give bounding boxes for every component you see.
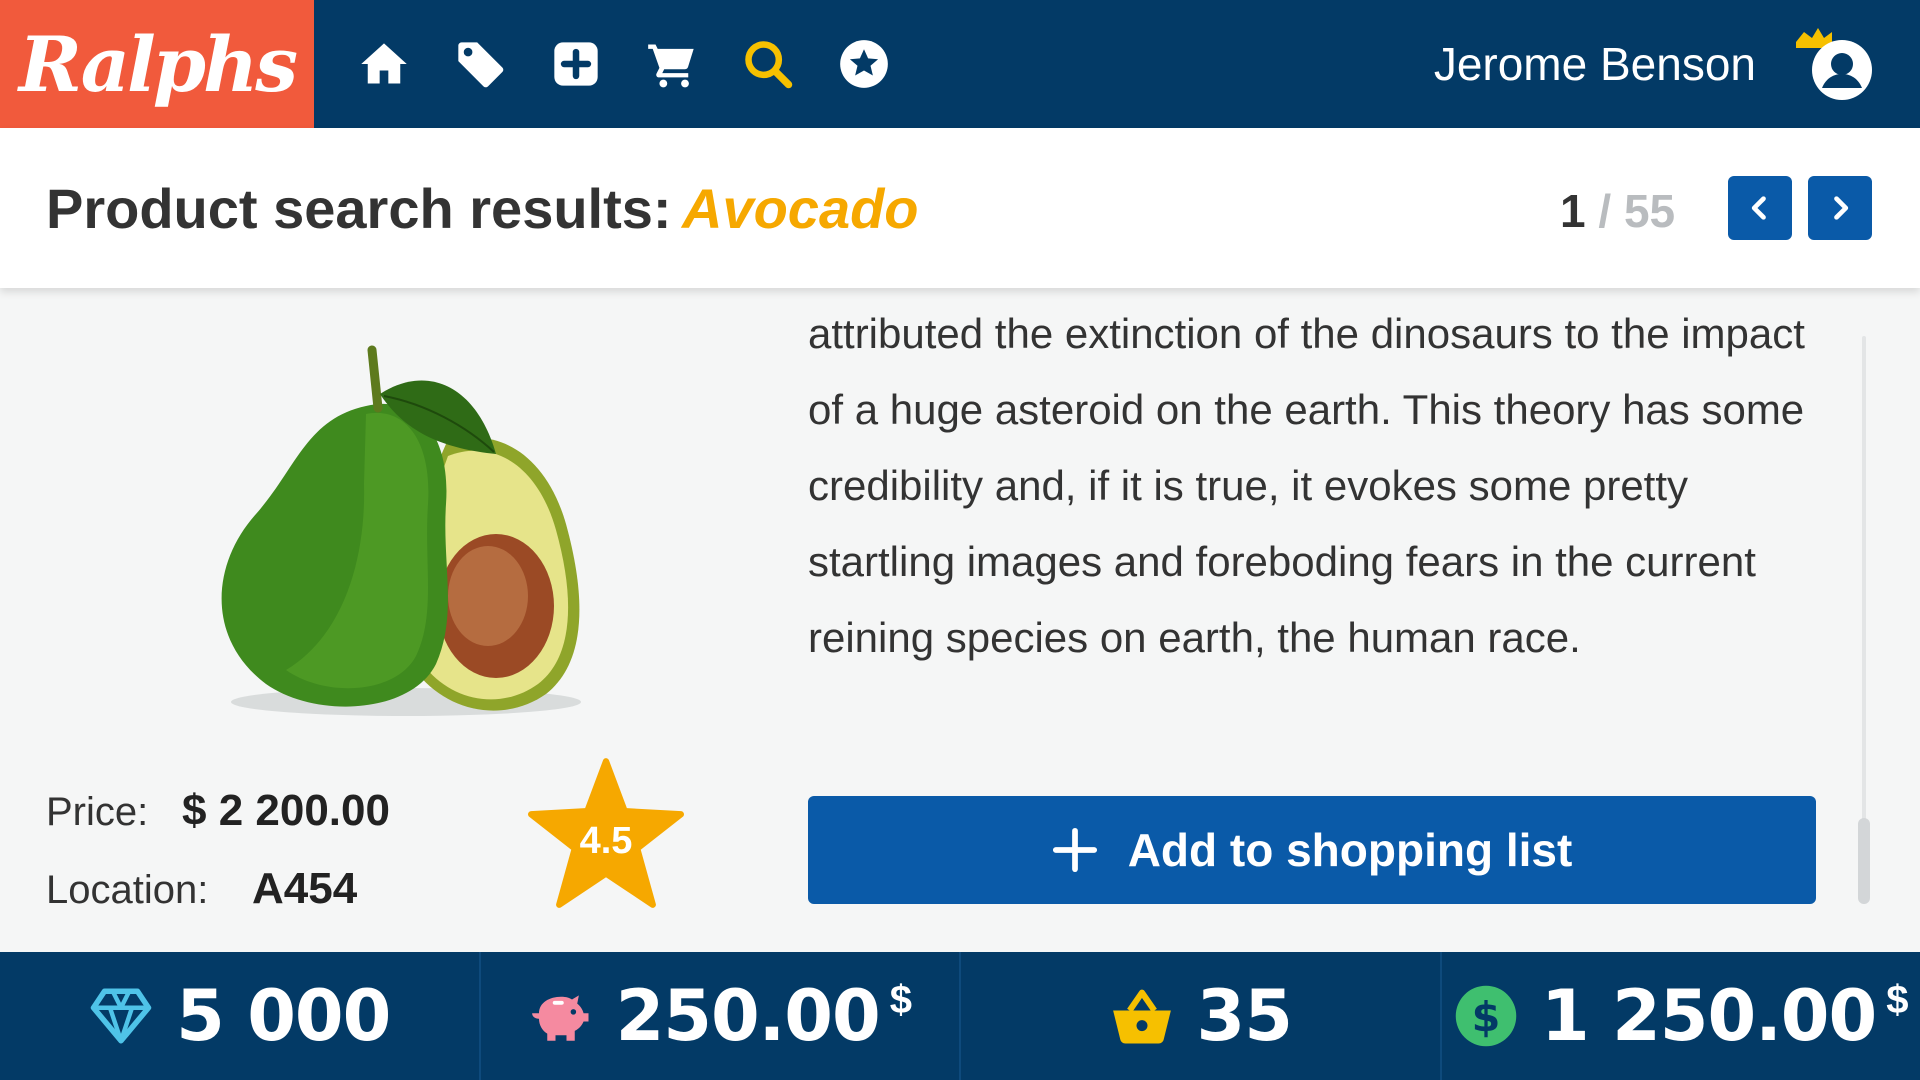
location-value: A454 (252, 864, 358, 913)
page-total: 55 (1623, 185, 1676, 237)
nav-favorites-button[interactable] (836, 36, 892, 92)
nav-home-button[interactable] (356, 36, 412, 92)
search-query: Avocado (682, 177, 919, 240)
prev-page-button[interactable] (1728, 176, 1792, 240)
chevron-left-icon (1751, 196, 1766, 220)
stat-basket[interactable]: 35 (959, 952, 1440, 1080)
balance-unit: $ (1886, 978, 1909, 1022)
tag-icon (458, 42, 504, 88)
savings-value: 250.00 (615, 975, 881, 1057)
basket-count: 35 (1196, 975, 1293, 1057)
gems-value: 5 000 (176, 975, 391, 1057)
dollar-coin-icon: $ (1455, 985, 1517, 1047)
nav-cart-button[interactable] (644, 36, 700, 92)
star-circle-icon (840, 40, 888, 88)
page-indicator: 1 / 55 (1560, 184, 1675, 238)
add-to-shopping-list-button[interactable]: Add to shopping list (808, 796, 1816, 904)
description-scroll-thumb[interactable] (1858, 818, 1870, 904)
stats-bar: 5 000 250.00 $ 35 $ 1 250.00 $ (0, 952, 1920, 1080)
next-page-button[interactable] (1808, 176, 1872, 240)
stat-savings[interactable]: 250.00 $ (478, 952, 960, 1080)
rating-value: 4.5 (579, 820, 633, 862)
product-description: attributed the extinction of the dinosau… (808, 310, 1805, 661)
plus-square-icon (554, 42, 598, 86)
logo-text: Ralphs (18, 19, 298, 109)
search-icon (745, 41, 793, 89)
avocado-image (221, 345, 581, 716)
main-nav (356, 36, 892, 92)
balance-value: 1 250.00 (1541, 975, 1877, 1057)
diamond-icon (90, 988, 152, 1044)
cart-icon (648, 44, 694, 88)
page-title: Product search results: (46, 177, 672, 240)
nav-search-button[interactable] (740, 36, 796, 92)
ralphs-logo[interactable]: Ralphs (0, 0, 314, 128)
price-label: Price: (46, 790, 149, 834)
stat-balance[interactable]: $ 1 250.00 $ (1439, 952, 1920, 1080)
nav-add-button[interactable] (548, 36, 604, 92)
location-label: Location: (46, 868, 209, 912)
home-icon (361, 43, 407, 84)
nav-deals-button[interactable] (452, 36, 508, 92)
user-avatar-icon[interactable] (1794, 26, 1874, 106)
chevron-right-icon (1834, 196, 1849, 220)
plus-icon (1052, 827, 1097, 873)
page-separator: / (1598, 185, 1612, 237)
savings-unit: $ (889, 978, 912, 1022)
results-title-bar: Product search results: Avocado 1 / 55 (0, 128, 1920, 288)
top-bar: Ralphs Jerome Benson (0, 0, 1920, 128)
stat-gems[interactable]: 5 000 (0, 952, 479, 1080)
piggy-bank-icon (531, 995, 589, 1041)
basket-icon (1112, 989, 1171, 1044)
page-current: 1 (1560, 185, 1586, 237)
user-name[interactable]: Jerome Benson (1434, 36, 1756, 92)
add-button-label: Add to shopping list (1127, 824, 1573, 876)
price-value: $ 2 200.00 (182, 786, 390, 835)
svg-text:$: $ (1472, 993, 1501, 1041)
